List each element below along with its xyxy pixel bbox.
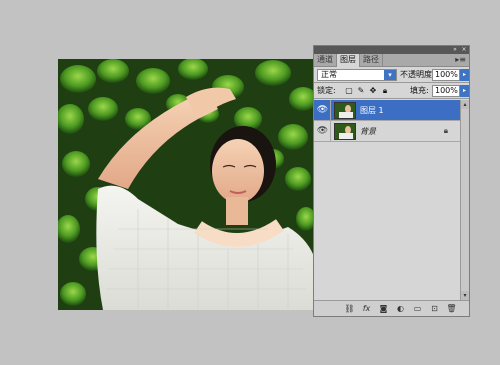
adjustment-icon[interactable]: ◐ <box>395 303 406 314</box>
tab-channels[interactable]: 通道 <box>314 54 337 66</box>
scroll-down-icon[interactable]: ▾ <box>461 291 469 300</box>
fx-icon[interactable]: fx <box>361 303 372 314</box>
blend-row: 正常 ▾ 不透明度: 100% ▸ <box>314 67 469 82</box>
portrait-photo <box>58 59 315 310</box>
lock-icon: 🔒︎ <box>443 126 448 135</box>
new-layer-icon[interactable]: ⊡ <box>429 303 440 314</box>
eye-separator <box>330 121 331 142</box>
tab-paths[interactable]: 路径 <box>360 54 383 66</box>
chevron-down-icon[interactable]: ▾ <box>384 70 396 80</box>
layer-list: 👁︎ 图层 1 👁︎ 背景 🔒︎ <box>314 100 462 300</box>
layers-panel: » × 通道 图层 路径 ▸≡ 正常 ▾ 不透明度: 100% ▸ 锁定: ▢ ✎… <box>313 45 470 317</box>
close-icon[interactable]: × <box>460 46 468 54</box>
scroll-up-icon[interactable]: ▴ <box>461 100 469 109</box>
layer-row-background[interactable]: 👁︎ 背景 🔒︎ <box>314 121 462 142</box>
panel-titlebar[interactable]: » × <box>314 46 469 54</box>
group-icon[interactable]: ▭ <box>412 303 423 314</box>
layer-list-scrollbar[interactable]: ▴ ▾ <box>460 100 469 300</box>
eye-icon[interactable]: 👁︎ <box>316 125 329 137</box>
lock-brush-icon[interactable]: ✎ <box>355 85 367 97</box>
lock-label: 锁定: <box>317 86 336 95</box>
fill-label: 填充: <box>410 86 429 95</box>
layer-thumbnail <box>334 123 356 140</box>
document-canvas[interactable] <box>58 59 315 310</box>
lock-move-icon[interactable]: ✥ <box>367 85 379 97</box>
opacity-slider-arrow-icon[interactable]: ▸ <box>460 69 469 81</box>
fill-slider-arrow-icon[interactable]: ▸ <box>460 85 469 97</box>
double-chevron-icon[interactable]: » <box>451 46 459 54</box>
lock-all-icon[interactable]: 🔒︎ <box>379 85 391 97</box>
blend-mode-select[interactable]: 正常 ▾ <box>317 69 397 81</box>
lock-transparent-icon[interactable]: ▢ <box>343 85 355 97</box>
link-icon[interactable]: ⛓ <box>344 303 355 314</box>
panel-menu-icon[interactable]: ▸≡ <box>455 55 466 64</box>
layer-row-layer1[interactable]: 👁︎ 图层 1 <box>314 100 462 121</box>
layer-thumbnail <box>334 102 356 119</box>
fill-input[interactable]: 100% <box>432 85 460 97</box>
mask-icon[interactable]: ◙ <box>378 303 389 314</box>
panel-tabs: 通道 图层 路径 ▸≡ <box>314 54 469 67</box>
panel-bottom-toolbar: ⛓ fx ◙ ◐ ▭ ⊡ 🗑︎ <box>314 300 469 316</box>
eye-icon[interactable]: 👁︎ <box>316 104 329 116</box>
lock-fill-row: 锁定: ▢ ✎ ✥ 🔒︎ 填充: 100% ▸ <box>314 83 469 98</box>
trash-icon[interactable]: 🗑︎ <box>446 303 457 314</box>
eye-separator <box>330 100 331 121</box>
blend-mode-value: 正常 <box>321 70 337 79</box>
lock-icons: ▢ ✎ ✥ 🔒︎ <box>343 85 391 97</box>
tab-layers[interactable]: 图层 <box>337 54 360 67</box>
layer-name: 图层 1 <box>360 106 384 115</box>
opacity-label: 不透明度: <box>400 70 435 79</box>
layer-name: 背景 <box>360 127 376 136</box>
divider <box>314 98 469 99</box>
opacity-input[interactable]: 100% <box>432 69 460 81</box>
